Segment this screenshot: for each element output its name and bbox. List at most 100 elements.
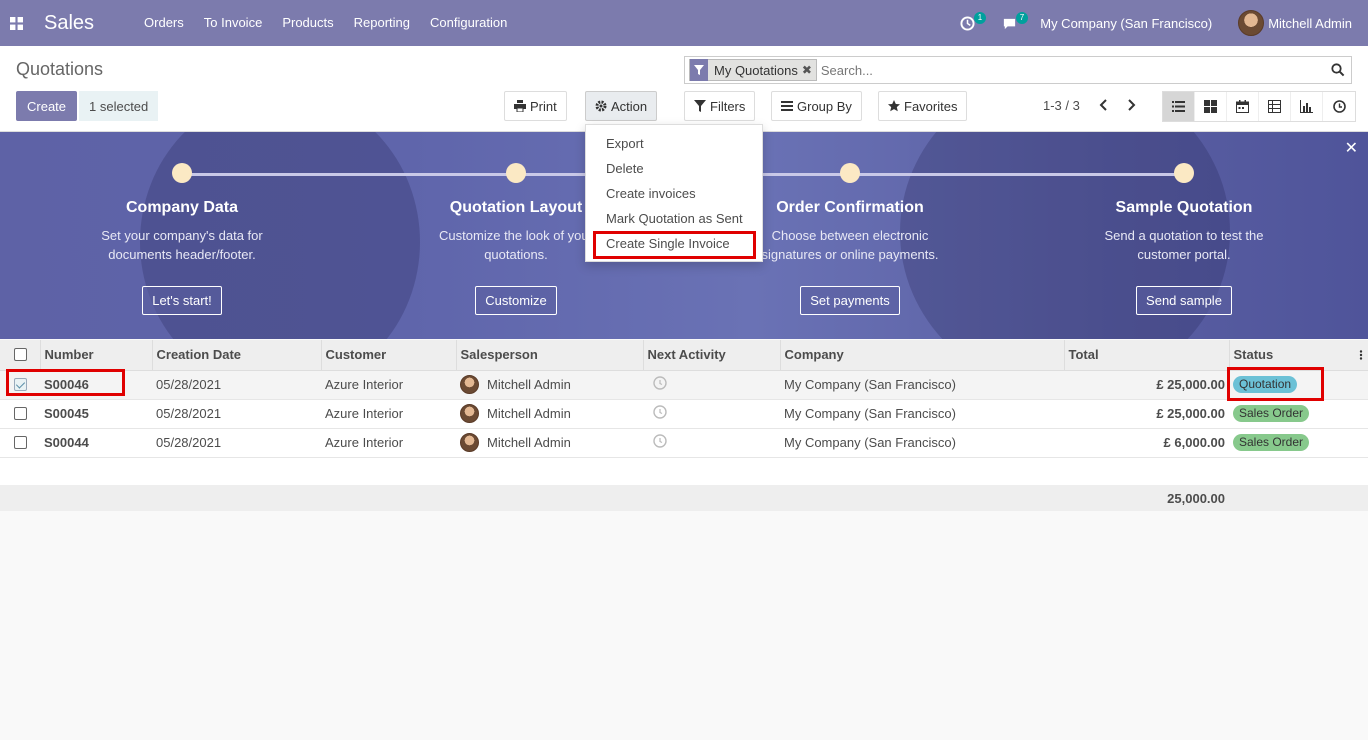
- menu-item-mark-quotation-sent[interactable]: Mark Quotation as Sent: [586, 206, 762, 231]
- optional-columns-icon[interactable]: [1359, 350, 1363, 360]
- row-select-cell[interactable]: [0, 399, 40, 429]
- customize-button[interactable]: Customize: [475, 286, 557, 315]
- table-row[interactable]: S00046 05/28/2021 Azure Interior Mitchel…: [0, 370, 1368, 400]
- cell-next-activity[interactable]: [643, 399, 780, 429]
- step-title: Company Data: [125, 199, 239, 216]
- row-select-cell[interactable]: [0, 428, 40, 458]
- cell-salesperson: Mitchell Admin: [456, 399, 643, 429]
- menu-products[interactable]: Products: [272, 0, 343, 46]
- kanban-view-icon[interactable]: [1195, 92, 1227, 121]
- step-title: Sample Quotation: [1115, 199, 1253, 216]
- salesperson-avatar: [460, 433, 479, 452]
- search-input[interactable]: [820, 62, 1321, 78]
- calendar-view-icon[interactable]: [1227, 92, 1259, 121]
- column-header-creation-date[interactable]: Creation Date: [152, 340, 322, 371]
- activity-clock-icon[interactable]: [653, 405, 667, 419]
- menu-orders[interactable]: Orders: [134, 0, 194, 46]
- menu-item-export[interactable]: Export: [586, 131, 762, 156]
- table-row[interactable]: S00044 05/28/2021 Azure Interior Mitchel…: [0, 428, 1368, 458]
- set-payments-button[interactable]: Set payments: [800, 286, 900, 315]
- company-switcher[interactable]: My Company (San Francisco): [1040, 16, 1212, 31]
- highlight-selected-row: [6, 369, 125, 396]
- star-icon: [888, 100, 900, 112]
- favorites-label: Favorites: [904, 98, 958, 114]
- salesperson-name: Mitchell Admin: [487, 406, 571, 421]
- column-header-company[interactable]: Company: [780, 340, 1065, 371]
- search-icon[interactable]: [1331, 63, 1345, 77]
- quotations-table: Number Creation Date Customer Salesperso…: [0, 340, 1368, 511]
- send-sample-button[interactable]: Send sample: [1136, 286, 1232, 315]
- step-dot: [172, 163, 192, 183]
- column-header-customer[interactable]: Customer: [321, 340, 457, 371]
- highlight-create-single-invoice: [593, 231, 756, 259]
- list-view-icon[interactable]: [1163, 92, 1195, 121]
- pivot-view-icon[interactable]: [1259, 92, 1291, 121]
- bars-icon: [781, 101, 793, 111]
- step-description: Send a quotation to test the customer por…: [1104, 228, 1264, 262]
- select-all-cell[interactable]: [0, 340, 41, 371]
- cell-next-activity[interactable]: [643, 428, 780, 458]
- column-header-next-activity[interactable]: Next Activity: [643, 340, 781, 371]
- activity-count-badge: 1: [973, 12, 987, 24]
- search-facet: My Quotations ✖: [689, 59, 817, 81]
- cell-company: My Company (San Francisco): [780, 428, 1064, 458]
- filters-button[interactable]: Filters: [684, 91, 756, 121]
- step-sample-quotation: Sample Quotation Send a quotation to tes…: [1024, 163, 1344, 315]
- group-by-label: Group By: [797, 98, 852, 114]
- row-checkbox[interactable]: [14, 436, 27, 449]
- row-checkbox[interactable]: [14, 407, 27, 420]
- menu-to-invoice[interactable]: To Invoice: [194, 0, 273, 46]
- apps-menu-icon[interactable]: [0, 0, 32, 46]
- lets-start-button[interactable]: Let's start!: [142, 286, 222, 315]
- menu-reporting[interactable]: Reporting: [344, 0, 420, 46]
- table-row[interactable]: S00045 05/28/2021 Azure Interior Mitchel…: [0, 399, 1368, 429]
- selection-counter: 1 selected: [79, 91, 159, 121]
- cell-status: Sales Order: [1229, 428, 1368, 458]
- cell-next-activity[interactable]: [643, 370, 780, 400]
- cell-status: Sales Order: [1229, 399, 1368, 429]
- cell-creation-date: 05/28/2021: [152, 428, 321, 458]
- close-icon[interactable]: ✕: [1345, 138, 1358, 158]
- funnel-icon: [694, 100, 706, 112]
- status-badge: Sales Order: [1233, 405, 1310, 422]
- group-by-button[interactable]: Group By: [771, 91, 862, 121]
- create-button[interactable]: Create: [16, 91, 78, 121]
- step-dot: [840, 163, 860, 183]
- cell-customer: Azure Interior: [321, 428, 456, 458]
- message-count-badge: 7: [1015, 12, 1029, 24]
- menu-item-delete[interactable]: Delete: [586, 156, 762, 181]
- favorites-button[interactable]: Favorites: [878, 91, 968, 121]
- activity-view-icon[interactable]: [1323, 92, 1355, 121]
- cell-total: £ 6,000.00: [1064, 428, 1229, 458]
- select-all-checkbox[interactable]: [14, 348, 27, 362]
- messages-icon[interactable]: 7: [998, 12, 1029, 34]
- column-header-salesperson[interactable]: Salesperson: [456, 340, 644, 371]
- graph-view-icon[interactable]: [1291, 92, 1323, 121]
- cell-creation-date: 05/28/2021: [152, 370, 321, 400]
- pager-value[interactable]: 1-3 / 3: [1043, 98, 1080, 113]
- action-button[interactable]: Action: [585, 91, 658, 121]
- activity-clock-icon[interactable]: [653, 434, 667, 448]
- pager-next-icon[interactable]: [1124, 97, 1138, 113]
- gear-icon: [595, 100, 607, 112]
- step-dot: [1174, 163, 1194, 183]
- user-menu[interactable]: Mitchell Admin: [1238, 10, 1352, 36]
- filter-icon: [690, 59, 708, 81]
- facet-label: My Quotations: [714, 62, 798, 78]
- app-title[interactable]: Sales: [44, 12, 94, 35]
- print-button[interactable]: Print: [504, 91, 567, 121]
- facet-remove-icon[interactable]: ✖: [802, 63, 816, 77]
- table-footer-row: 25,000.00: [0, 485, 1368, 511]
- activity-clock-icon[interactable]: 1: [956, 12, 987, 34]
- page-title: Quotations: [16, 59, 104, 79]
- step-company-data: Company Data Set your company's data for…: [22, 163, 342, 315]
- activity-clock-icon[interactable]: [653, 376, 667, 390]
- top-navbar: Sales Orders To Invoice Products Reporti…: [0, 0, 1368, 46]
- menu-configuration[interactable]: Configuration: [420, 0, 517, 46]
- column-header-number[interactable]: Number: [40, 340, 153, 371]
- pager-previous-icon[interactable]: [1096, 97, 1110, 113]
- column-header-status[interactable]: Status: [1229, 340, 1368, 371]
- menu-item-create-invoices[interactable]: Create invoices: [586, 181, 762, 206]
- footer-total: 25,000.00: [1064, 485, 1229, 511]
- column-header-total[interactable]: Total: [1064, 340, 1230, 371]
